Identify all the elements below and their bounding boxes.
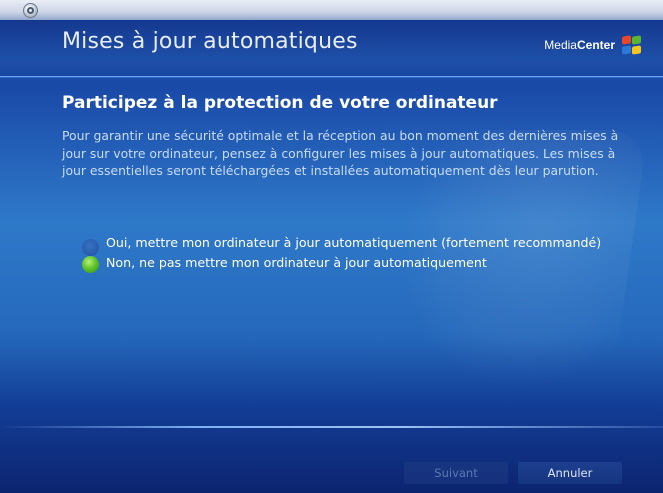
option-auto-update-yes[interactable]: Oui, mettre mon ordinateur à jour automa…	[82, 234, 642, 256]
footer-divider	[0, 426, 663, 428]
option-auto-update-no[interactable]: Non, ne pas mettre mon ordinateur à jour…	[82, 254, 642, 273]
media-center-orb-icon[interactable]	[23, 3, 38, 18]
next-button[interactable]: Suivant	[404, 462, 508, 484]
description-text: Pour garantir une sécurité optimale et l…	[62, 128, 619, 178]
windows-flag-icon	[621, 35, 643, 55]
media-center-brand: MediaCenter	[544, 35, 643, 55]
page-title: Mises à jour automatiques	[62, 29, 358, 54]
update-options: Oui, mettre mon ordinateur à jour automa…	[82, 234, 642, 274]
cancel-button[interactable]: Annuler	[518, 462, 622, 484]
radio-selected-icon[interactable]	[82, 256, 99, 273]
window-top-bar	[0, 0, 663, 21]
brand-text-normal: Media	[544, 38, 577, 52]
option-label: Oui, mettre mon ordinateur à jour automa…	[106, 235, 602, 250]
brand-text: MediaCenter	[544, 38, 615, 52]
main-content: Participez à la protection de votre ordi…	[62, 93, 642, 180]
section-heading: Participez à la protection de votre ordi…	[62, 93, 498, 113]
option-label: Non, ne pas mettre mon ordinateur à jour…	[106, 255, 487, 270]
brand-text-bold: Center	[576, 38, 615, 52]
media-center-window: Mises à jour automatiques MediaCenter Pa…	[0, 0, 663, 493]
title-bar: Mises à jour automatiques MediaCenter	[0, 20, 663, 77]
